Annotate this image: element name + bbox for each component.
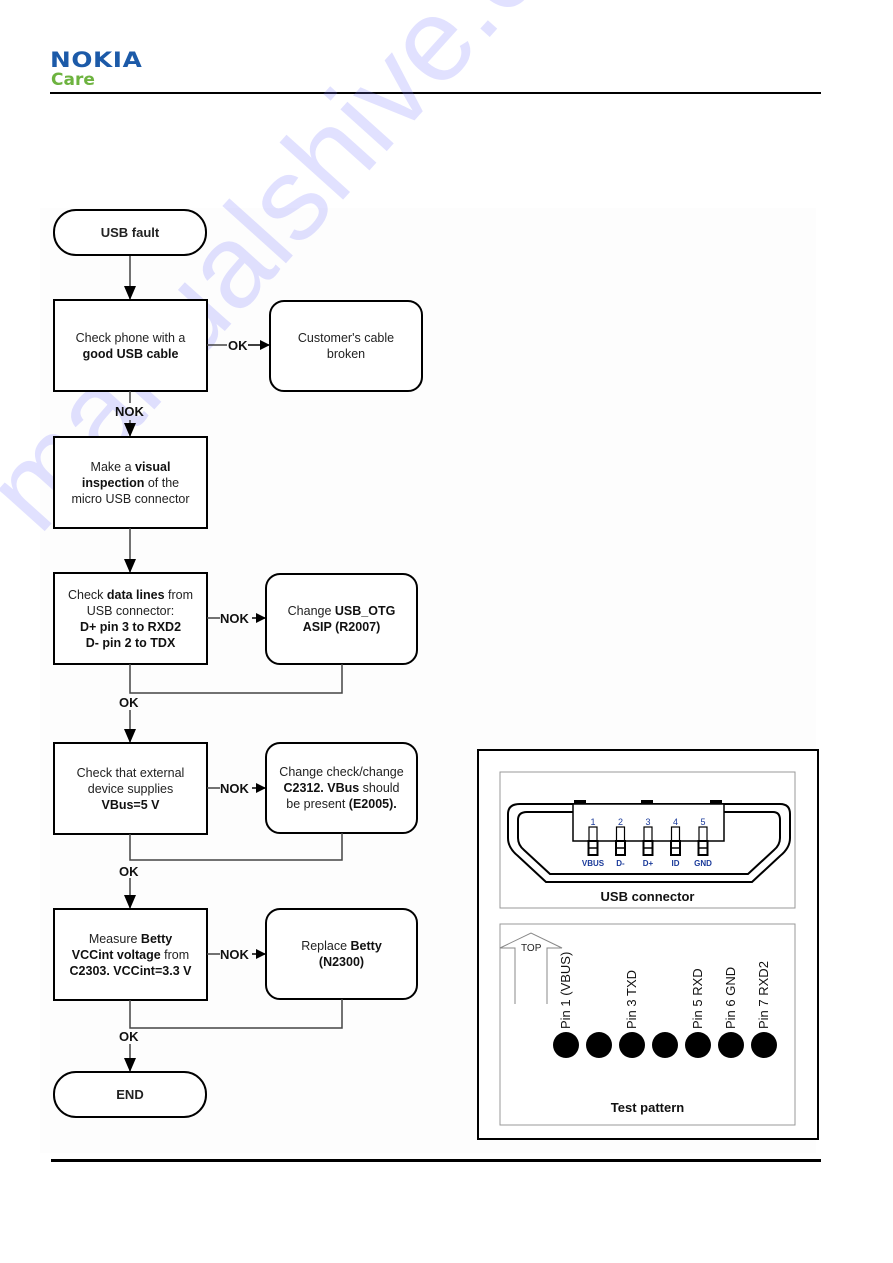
top-label: TOP [521,943,542,954]
usb-pin-name: ID [672,859,680,868]
step-3-text: Check data lines from USB connector: D+ pi… [67,587,194,650]
edge-label-nok: NOK [220,611,249,626]
usb-pin-number: 4 [673,817,678,827]
usb-pin-number: 2 [618,817,623,827]
test-pattern-panel [499,923,796,1126]
test-pad [619,1032,645,1058]
edge-label-nok: NOK [220,947,249,962]
edge-label-nok: NOK [115,404,144,419]
start-label: USB fault [100,224,160,240]
test-pad-label: Pin 3 TXD [624,969,639,1029]
test-pad [586,1032,612,1058]
step-3-action-text: Change USB_OTG ASIP (R2007) [287,604,396,634]
test-pad-label: Pin 7 RXD2 [756,961,771,1029]
test-pattern-caption: Test pattern [610,1100,685,1115]
usb-pin-name: VBUS [582,859,605,868]
step-1-text: Check phone with a good USB cable [75,330,186,361]
footer-divider [51,1159,821,1162]
test-pad-label: Pin 6 GND [723,966,738,1029]
test-pad [718,1032,744,1058]
usb-pin-name: D- [616,859,625,868]
test-pad [553,1032,579,1058]
step-2-text: Make a visual inspection of the micro USB … [71,459,190,506]
usb-pin-number: 5 [700,817,705,827]
edge-label-ok: OK [119,695,139,710]
edge-label-ok: OK [119,1029,139,1044]
usb-pin-contact [615,826,626,842]
usb-pin-name: GND [694,859,712,868]
usb-pin-contact [588,826,598,842]
usb-pin-contact [698,826,708,842]
edge-label-ok: OK [119,864,139,879]
connector [129,664,343,694]
usb-pin-contact [643,826,653,842]
test-pad [751,1032,777,1058]
usb-pin-number: 3 [645,817,650,827]
end-label: END [116,1086,144,1102]
usb-pin-contact [670,826,681,842]
step-4-text: Check that external device supplies VBus=5… [76,765,185,812]
usb-pin-name: D+ [643,859,654,868]
test-pad-label: Pin 5 RXD [690,968,705,1029]
test-pad [652,1032,678,1058]
connector [129,833,343,861]
connector [129,999,343,1029]
usb-pin-number: 1 [590,817,595,827]
edge-label-nok: NOK [220,781,249,796]
step-5-action-text: Replace Betty (N2300) [301,939,382,969]
step-1-action-text: Customer's cable broken [297,331,395,361]
step-5-text: Measure Betty VCCint voltage from C2303. V… [69,931,192,978]
usb-connector-caption: USB connector [600,889,695,904]
test-pad-label: Pin 1 (VBUS) [558,951,573,1029]
step-4-action-text: Change check/change C2312. VBus should be … [279,765,404,811]
test-pad [685,1032,711,1058]
edge-label-ok: OK [228,338,248,353]
